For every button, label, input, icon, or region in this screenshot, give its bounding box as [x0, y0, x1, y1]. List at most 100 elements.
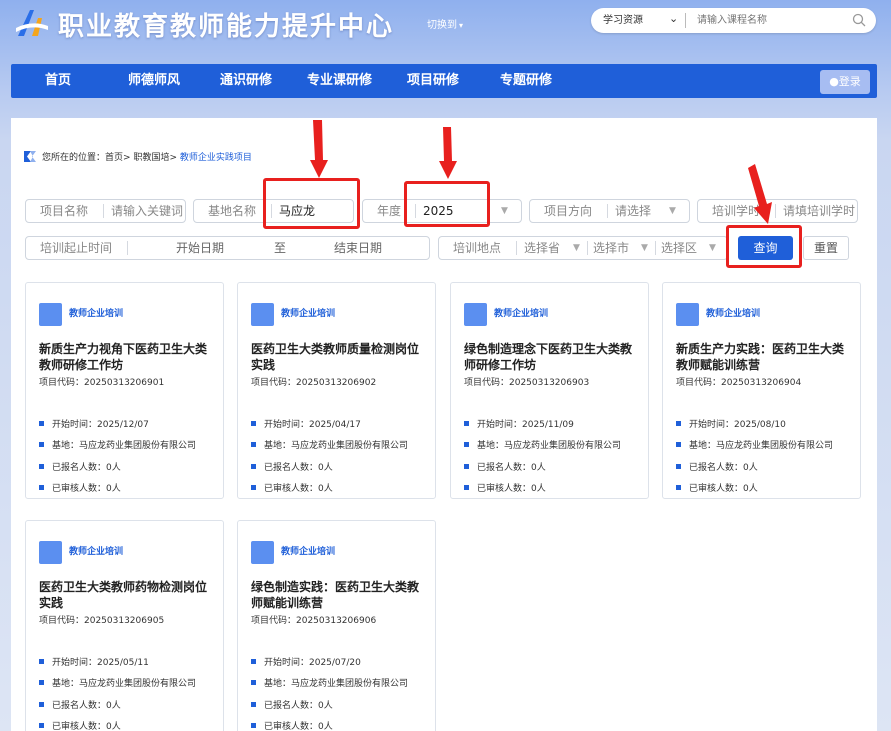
card-base-text: 基地：马应龙药业集团股份有限公司	[264, 679, 409, 689]
bullet-icon	[251, 485, 256, 490]
nav-item-home[interactable]: 首页	[45, 64, 71, 98]
bullet-icon	[39, 702, 44, 707]
card-reviewed: 已审核人数：0人	[251, 719, 333, 731]
card-title[interactable]: 新质生产力实践：医药卫生大类教师赋能训练营	[676, 341, 854, 373]
highlight-box	[263, 178, 360, 229]
bullet-icon	[39, 659, 44, 664]
card-enrolled: 已报名人数：0人	[251, 460, 333, 473]
bullet-icon	[464, 421, 469, 426]
card-start: 开始时间：2025/07/20	[251, 655, 361, 668]
breadcrumb-level2[interactable]: 职教国培	[133, 153, 169, 163]
location-field[interactable]: 培训地点 选择省 ▼ 选择市 ▼ 选择区 ▼	[438, 236, 728, 260]
card-base: 基地：马应龙药业集团股份有限公司	[676, 438, 833, 451]
arrow-annotation-icon	[748, 164, 772, 224]
hours-field[interactable]: 培训学时 请填培训学时	[697, 199, 858, 223]
end-date-input[interactable]: 结束日期	[334, 237, 382, 259]
card-start-text: 开始时间：2025/07/20	[264, 658, 361, 668]
login-label: 登录	[838, 75, 861, 88]
card-start: 开始时间：2025/04/17	[251, 417, 361, 430]
project-card[interactable]: 教师企业培训 绿色制造理念下医药卫生大类教师研修工作坊 项目代码：2025031…	[450, 282, 649, 499]
card-tag-label: 教师企业培训	[69, 309, 124, 319]
location-icon	[24, 151, 36, 162]
project-card[interactable]: 教师企业培训 新质生产力视角下医药卫生大类教师研修工作坊 项目代码：202503…	[25, 282, 224, 499]
card-code: 项目代码：20250313206905	[39, 616, 165, 626]
bullet-icon	[251, 680, 256, 685]
bullet-icon	[251, 723, 256, 728]
search-category-select[interactable]: 学习资源	[603, 8, 643, 33]
card-title[interactable]: 绿色制造实践：医药卫生大类教师赋能训练营	[251, 579, 429, 611]
card-code: 项目代码：20250313206901	[39, 378, 165, 388]
hours-input[interactable]: 请填培训学时	[783, 200, 857, 222]
caret-down-icon: ▼	[501, 206, 508, 216]
project-card[interactable]: 教师企业培训 医药卫生大类教师药物检测岗位实践 项目代码：20250313206…	[25, 520, 224, 731]
bullet-icon	[39, 485, 44, 490]
card-reviewed: 已审核人数：0人	[39, 719, 121, 731]
card-code: 项目代码：20250313206906	[251, 616, 377, 626]
bullet-icon	[251, 421, 256, 426]
project-card[interactable]: 教师企业培训 绿色制造实践：医药卫生大类教师赋能训练营 项目代码：2025031…	[237, 520, 436, 731]
nav-item-ethics[interactable]: 师德师风	[128, 64, 180, 98]
switch-dropdown[interactable]: 切换到 ▾	[427, 16, 463, 31]
divider	[775, 204, 776, 218]
search-icon[interactable]	[852, 13, 866, 27]
province-select[interactable]: 选择省	[524, 237, 560, 259]
card-start-text: 开始时间：2025/12/07	[52, 420, 149, 430]
login-button[interactable]: ●登录	[820, 70, 870, 94]
divider	[103, 204, 104, 218]
nav-item-general[interactable]: 通识研修	[220, 64, 272, 98]
card-base-text: 基地：马应龙药业集团股份有限公司	[689, 441, 834, 451]
period-field[interactable]: 培训起止时间 开始日期 至 结束日期	[25, 236, 430, 260]
caret-down-icon: ▼	[641, 243, 648, 253]
reset-button[interactable]: 重置	[803, 236, 849, 260]
city-select[interactable]: 选择市	[593, 237, 629, 259]
card-enrolled-text: 已报名人数：0人	[264, 701, 333, 711]
caret-down-icon: ▼	[669, 206, 676, 216]
nav-item-professional[interactable]: 专业课研修	[307, 64, 372, 98]
card-title[interactable]: 医药卫生大类教师药物检测岗位实践	[39, 579, 217, 611]
bullet-icon	[676, 442, 681, 447]
nav-item-topic[interactable]: 专题研修	[500, 64, 552, 98]
divider	[587, 241, 588, 255]
nav-item-project[interactable]: 项目研修	[407, 64, 459, 98]
training-icon	[464, 303, 487, 326]
card-tag-label: 教师企业培训	[281, 547, 336, 557]
card-title[interactable]: 绿色制造理念下医药卫生大类教师研修工作坊	[464, 341, 642, 373]
project-card[interactable]: 教师企业培训 医药卫生大类教师质量检测岗位实践 项目代码：20250313206…	[237, 282, 436, 499]
direction-value: 请选择	[615, 204, 652, 218]
card-base-text: 基地：马应龙药业集团股份有限公司	[52, 679, 197, 689]
field-label: 年度	[377, 204, 402, 218]
bullet-icon	[251, 464, 256, 469]
site-title: 职业教育教师能力提升中心	[58, 12, 395, 42]
direction-select[interactable]: 项目方向 请选择 ▼	[529, 199, 690, 223]
search-input[interactable]	[697, 8, 837, 33]
card-code: 项目代码：20250313206904	[676, 378, 802, 388]
card-title[interactable]: 医药卫生大类教师质量检测岗位实践	[251, 341, 429, 373]
bullet-icon	[251, 659, 256, 664]
card-tag-label: 教师企业培训	[69, 547, 124, 557]
district-select[interactable]: 选择区	[661, 237, 697, 259]
breadcrumb-home[interactable]: 首页	[105, 153, 123, 163]
card-reviewed: 已审核人数：0人	[39, 481, 121, 494]
card-tag-label: 教师企业培训	[706, 309, 761, 319]
project-name-input[interactable]: 请输入关键词	[111, 200, 185, 222]
training-icon	[251, 541, 274, 564]
divider	[516, 241, 517, 255]
card-enrolled-text: 已报名人数：0人	[52, 463, 121, 473]
card-start: 开始时间：2025/08/10	[676, 417, 786, 430]
card-reviewed: 已审核人数：0人	[676, 481, 758, 494]
card-base: 基地：马应龙药业集团股份有限公司	[39, 676, 196, 689]
card-title[interactable]: 新质生产力视角下医药卫生大类教师研修工作坊	[39, 341, 217, 373]
date-range-separator: 至	[274, 241, 287, 255]
card-reviewed-text: 已审核人数：0人	[52, 722, 121, 731]
card-enrolled: 已报名人数：0人	[251, 698, 333, 711]
bullet-icon	[39, 421, 44, 426]
main-nav: 首页 师德师风 通识研修 专业课研修 项目研修 专题研修	[11, 64, 877, 98]
caret-down-icon: ▼	[573, 243, 580, 253]
start-date-input[interactable]: 开始日期	[176, 237, 224, 259]
training-icon	[39, 303, 62, 326]
project-card[interactable]: 教师企业培训 新质生产力实践：医药卫生大类教师赋能训练营 项目代码：202503…	[662, 282, 861, 499]
project-name-field[interactable]: 项目名称 请输入关键词	[25, 199, 186, 223]
caret-down-icon: ▾	[459, 21, 464, 30]
card-code: 项目代码：20250313206903	[464, 378, 590, 388]
chevron-down-icon: ⌄	[669, 12, 679, 25]
